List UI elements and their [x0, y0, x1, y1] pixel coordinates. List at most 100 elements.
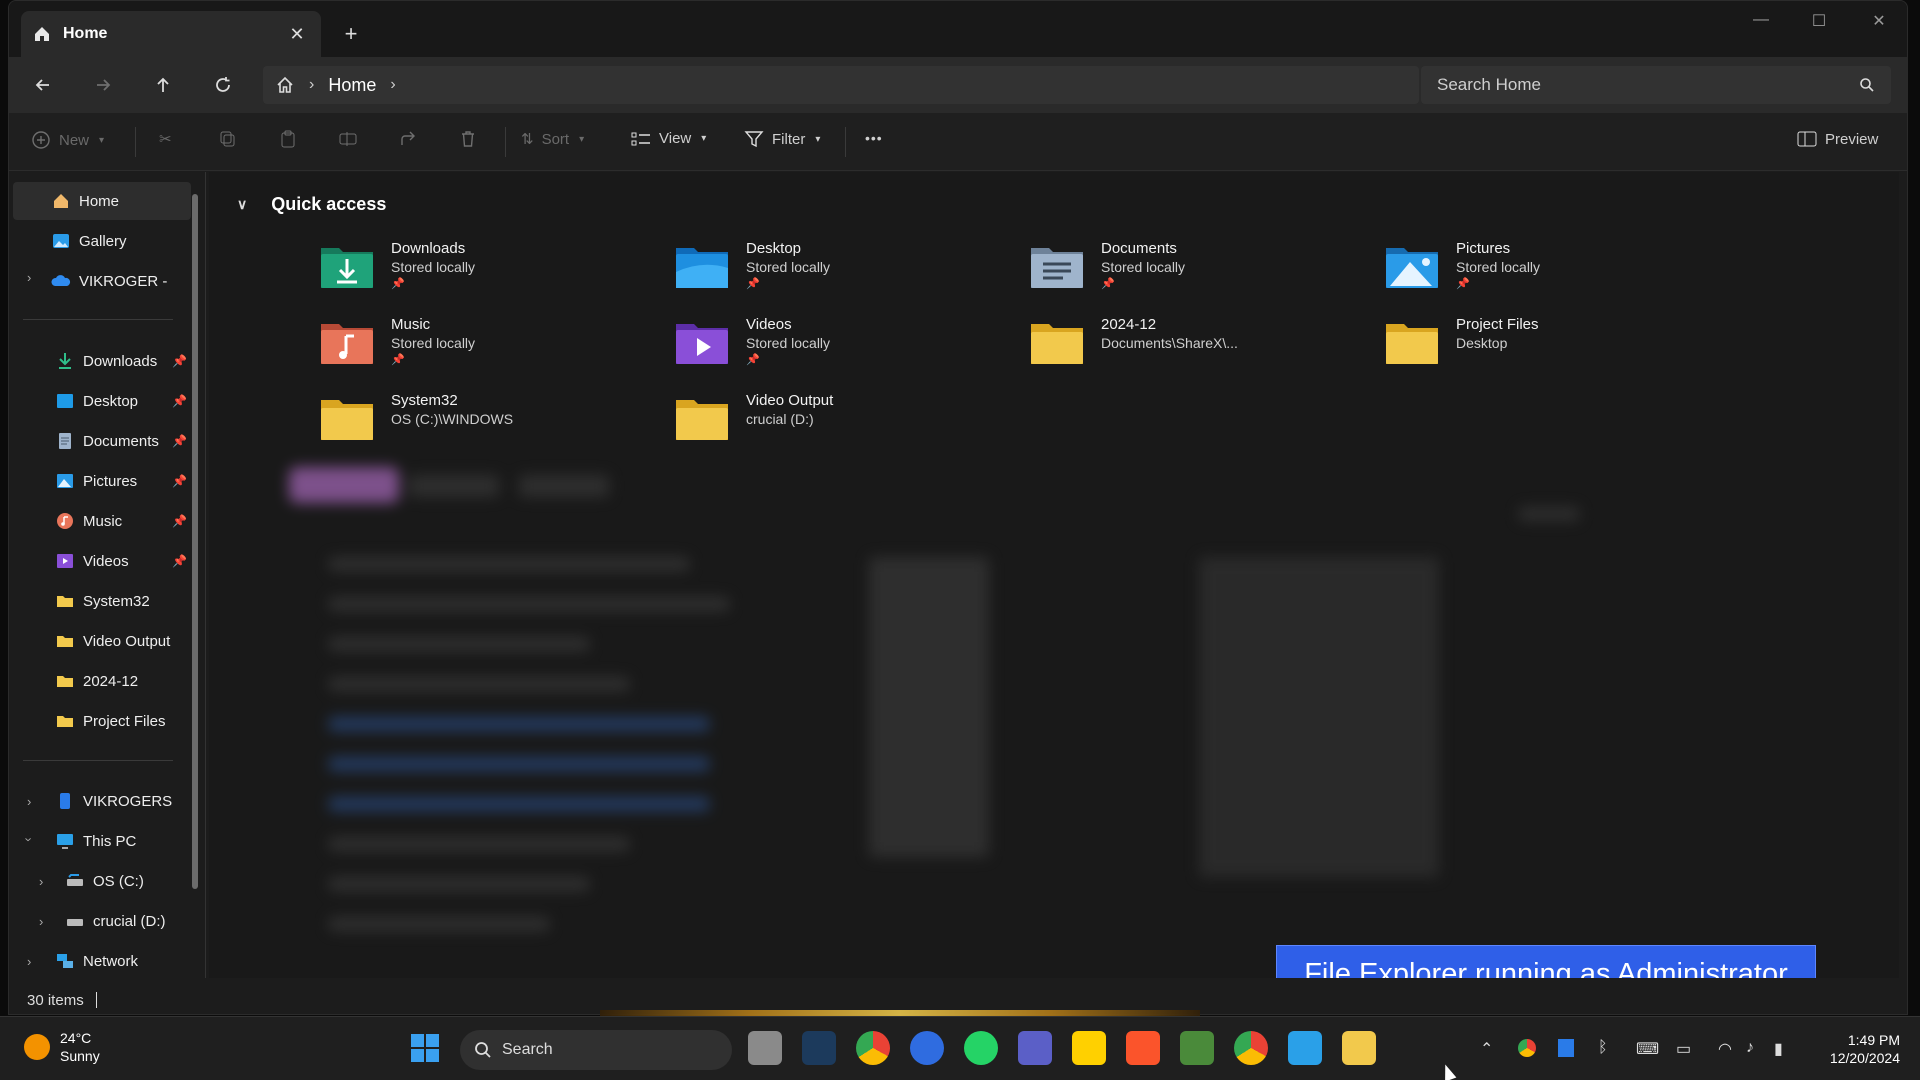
sticky-notes-icon[interactable] — [1072, 1031, 1106, 1065]
item-location: Stored locally — [746, 259, 831, 275]
preview-pane-icon — [1797, 131, 1817, 147]
quick-access-item-documents[interactable]: Documents Stored locally 📌 — [1029, 238, 1359, 308]
weather-widget[interactable]: 24°C Sunny — [24, 1029, 100, 1065]
sidebar-item-gallery[interactable]: Gallery — [13, 222, 191, 260]
back-button[interactable] — [25, 69, 61, 101]
sidebar-item-project-files[interactable]: Project Files — [13, 702, 191, 740]
new-button[interactable]: New ▾ — [31, 130, 104, 150]
item-name: Downloads — [391, 240, 466, 257]
address-bar[interactable]: › Home › — [263, 66, 1419, 104]
clock[interactable]: 1:49 PM 12/20/2024 — [1810, 1031, 1900, 1067]
delete-button[interactable] — [459, 130, 477, 148]
quick-access-item-music[interactable]: Music Stored locally 📌 — [319, 314, 649, 384]
quick-access-item-video-output[interactable]: Video Output crucial (D:) — [674, 390, 1004, 460]
pin-icon: 📌 — [1101, 278, 1115, 290]
pane-divider[interactable] — [205, 172, 206, 978]
pin-icon: 📌 — [172, 474, 187, 488]
windows-logo-icon — [411, 1034, 439, 1062]
pin-icon: 📌 — [746, 354, 760, 366]
forward-button[interactable] — [85, 69, 121, 101]
sidebar-item-home[interactable]: Home — [13, 182, 191, 220]
close-button[interactable]: ✕ — [1859, 11, 1899, 35]
sort-button[interactable]: ⇅ Sort ▾ — [521, 130, 584, 149]
tab-home[interactable]: Home ✕ — [21, 11, 321, 57]
sidebar-item-2024-12[interactable]: 2024-12 — [13, 662, 191, 700]
sidebar-item-documents[interactable]: Documents 📌 — [13, 422, 191, 460]
scissors-icon: ✂ — [159, 131, 172, 148]
cut-button[interactable]: ✂ — [159, 130, 172, 148]
copy-button[interactable] — [219, 130, 237, 148]
preview-button[interactable]: Preview — [1797, 130, 1878, 148]
bluetooth-icon[interactable]: ᛒ — [1598, 1039, 1608, 1057]
sidebar-item-downloads[interactable]: Downloads 📌 — [13, 342, 191, 380]
sidebar-item-pictures[interactable]: Pictures 📌 — [13, 462, 191, 500]
sidebar-item-video-output[interactable]: Video Output — [13, 622, 191, 660]
battery-icon[interactable]: ▮ — [1774, 1039, 1783, 1059]
tray-app-icon[interactable] — [1518, 1039, 1536, 1057]
sidebar-item-network[interactable]: Network — [13, 942, 191, 980]
breadcrumb-home[interactable]: Home — [328, 75, 376, 96]
chrome-profile-icon[interactable] — [1234, 1031, 1268, 1065]
whatsapp-icon[interactable] — [964, 1031, 998, 1065]
quick-access-item-downloads[interactable]: Downloads Stored locally 📌 — [319, 238, 649, 308]
search-input[interactable]: Search Home — [1437, 75, 1859, 95]
quick-access-item-videos[interactable]: Videos Stored locally 📌 — [674, 314, 1004, 384]
volume-icon[interactable]: ♪ — [1746, 1039, 1754, 1057]
sidebar-item-vikrogers[interactable]: VIKROGERS — [13, 782, 191, 820]
more-options-button[interactable]: ••• — [865, 130, 883, 146]
sidebar-item-this-pc[interactable]: This PC — [13, 822, 191, 860]
view-button[interactable]: View ▾ — [631, 130, 706, 147]
wifi-icon[interactable]: ◠ — [1718, 1039, 1732, 1059]
quick-access-header[interactable]: ∨ Quick access — [237, 194, 386, 215]
tab-close-icon[interactable]: ✕ — [285, 24, 309, 45]
keyboard-icon[interactable]: ⌨ — [1636, 1039, 1659, 1059]
item-name: 2024-12 — [1101, 316, 1157, 333]
taskbar-search[interactable]: Search — [460, 1030, 732, 1070]
start-button[interactable] — [410, 1033, 440, 1063]
quick-access-item-desktop[interactable]: Desktop Stored locally 📌 — [674, 238, 1004, 308]
chevron-down-icon[interactable]: ∨ — [237, 196, 247, 213]
sidebar-item-label: This PC — [83, 832, 137, 850]
file-explorer-taskbar-icon[interactable] — [1342, 1031, 1376, 1065]
teams-icon[interactable] — [1018, 1031, 1052, 1065]
search-box[interactable]: Search Home — [1421, 66, 1891, 104]
app-icon[interactable] — [1180, 1031, 1214, 1065]
quick-access-item-pictures[interactable]: Pictures Stored locally 📌 — [1384, 238, 1714, 308]
chrome-icon[interactable] — [856, 1031, 890, 1065]
sidebar-item-onedrive[interactable]: VIKROGER - Pers — [13, 262, 191, 300]
pictures-folder-icon — [1386, 248, 1438, 288]
chevron-up-icon[interactable]: ⌃ — [1480, 1039, 1493, 1059]
item-name: Video Output — [746, 392, 834, 409]
defender-icon[interactable] — [1558, 1039, 1574, 1057]
sync-app-icon[interactable] — [910, 1031, 944, 1065]
brave-icon[interactable] — [1126, 1031, 1160, 1065]
quick-access-item-2024-12[interactable]: 2024-12 Documents\ShareX\... — [1029, 314, 1359, 384]
blurred-row — [329, 877, 589, 891]
item-location: Stored locally — [746, 335, 831, 351]
maximize-button[interactable]: ☐ — [1799, 11, 1839, 35]
sidebar-item-videos[interactable]: Videos 📌 — [13, 542, 191, 580]
item-location: OS (C:)\WINDOWS — [391, 411, 514, 427]
new-tab-button[interactable]: + — [337, 21, 365, 47]
up-button[interactable] — [145, 69, 181, 101]
minimize-button[interactable]: — — [1741, 11, 1781, 35]
filter-button[interactable]: Filter ▾ — [744, 130, 820, 148]
item-name: Project Files — [1456, 316, 1539, 333]
app-icon[interactable] — [802, 1031, 836, 1065]
sidebar-item-desktop[interactable]: Desktop 📌 — [13, 382, 191, 420]
share-button[interactable] — [399, 130, 417, 148]
rename-button[interactable] — [339, 130, 357, 148]
breadcrumb-chevron-icon[interactable]: › — [390, 76, 395, 94]
sidebar-item-crucial-d[interactable]: crucial (D:) — [13, 902, 191, 940]
quick-access-item-system32[interactable]: System32 OS (C:)\WINDOWS — [319, 390, 649, 460]
paste-button[interactable] — [279, 130, 297, 148]
display-icon[interactable]: ▭ — [1676, 1039, 1691, 1059]
quick-access-item-project-files[interactable]: Project Files Desktop — [1384, 314, 1714, 384]
sidebar-item-music[interactable]: Music 📌 — [13, 502, 191, 540]
refresh-button[interactable] — [205, 69, 241, 101]
task-view-icon[interactable] — [748, 1031, 782, 1065]
sidebar-scrollbar[interactable] — [192, 194, 198, 889]
app-icon[interactable] — [1288, 1031, 1322, 1065]
sidebar-item-system32[interactable]: System32 — [13, 582, 191, 620]
sidebar-item-os-c[interactable]: OS (C:) — [13, 862, 191, 900]
